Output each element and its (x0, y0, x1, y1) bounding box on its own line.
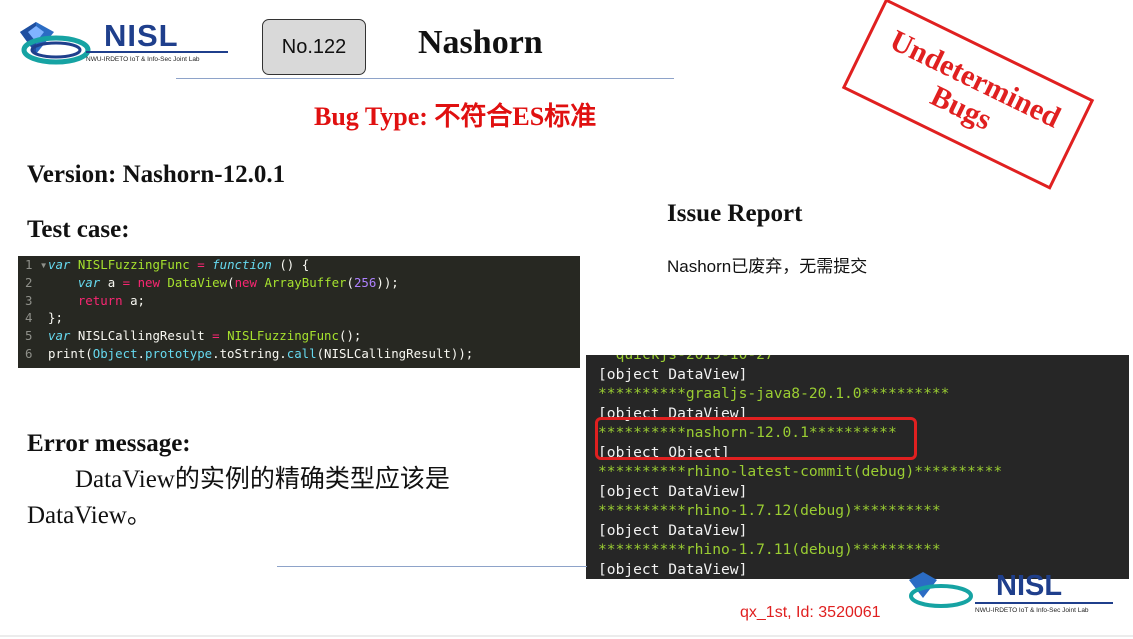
bottom-divider (277, 566, 587, 567)
error-message-text: DataView的实例的精确类型应该是DataView。 (27, 466, 450, 529)
code-line-3: 3 return a; (25, 292, 145, 308)
footer-divider (0, 635, 1133, 637)
code-line-1: 1 ▾ var NISLFuzzingFunc = function () { (25, 257, 310, 272)
test-case-label: Test case: (27, 216, 130, 243)
code-line-4: 4}; (25, 310, 63, 326)
slide-number-badge: No.122 (262, 19, 366, 75)
undetermined-bugs-stamp: Undetermined Bugs (841, 0, 1095, 190)
logo-subtitle: NWU-IRDETO IoT & Info-Sec Joint Lab (86, 56, 200, 63)
code-line-6: 6 print(Object.prototype.toString.call(NI… (25, 345, 474, 361)
logo-gem-icon (20, 22, 91, 65)
terminal-line: [object DataView] (598, 560, 748, 578)
terminal-line: **********graaljs-java8-20.1.0********** (598, 385, 950, 402)
code-block: 1 ▾ var NISLFuzzingFunc = function () { 2… (18, 256, 580, 368)
terminal-line: [object DataView] (598, 521, 748, 539)
version-label: Version: Nashorn-12.0.1 (27, 161, 286, 188)
logo-text: NISL (104, 18, 179, 53)
author-credit: qx_1st, Id: 3520061 (740, 604, 881, 621)
footer-logo-divider (975, 602, 1113, 604)
terminal-line: [object DataView] (598, 482, 748, 500)
terminal-line: **********rhino-1.7.11(debug)********** (598, 541, 941, 558)
page-title: Nashorn (418, 24, 543, 61)
issue-report-title: Issue Report (667, 200, 803, 227)
footer-logo-subtitle: NWU-IRDETO IoT & Info-Sec Joint Lab (975, 607, 1089, 614)
terminal-line: quickjs-2019-10-27 (598, 355, 774, 363)
terminal-output: quickjs-2019-10-27 [object DataView] *****… (586, 355, 1129, 579)
terminal-line: [object DataView] (598, 365, 748, 383)
logo-divider (86, 51, 228, 53)
bug-type: Bug Type: 不符合ES标准 (314, 102, 597, 131)
issue-report-text: Nashorn已废弃，无需提交 (667, 257, 868, 276)
code-line-5: 5 var NISLCallingResult = NISLFuzzingFunc… (25, 328, 362, 344)
terminal-line: **********rhino-1.7.12(debug)********** (598, 502, 941, 519)
code-line-2: 2 var a = new DataView(new ArrayBuffer(2… (25, 274, 399, 290)
header-divider (176, 78, 674, 79)
terminal-line: **********rhino-latest-commit(debug)****… (598, 463, 1003, 480)
footer-logo-text: NISL (996, 570, 1063, 602)
footer-logo-gem-icon (905, 572, 975, 617)
error-message-label: Error message: (27, 430, 191, 457)
nashorn-highlight-box (595, 417, 917, 460)
